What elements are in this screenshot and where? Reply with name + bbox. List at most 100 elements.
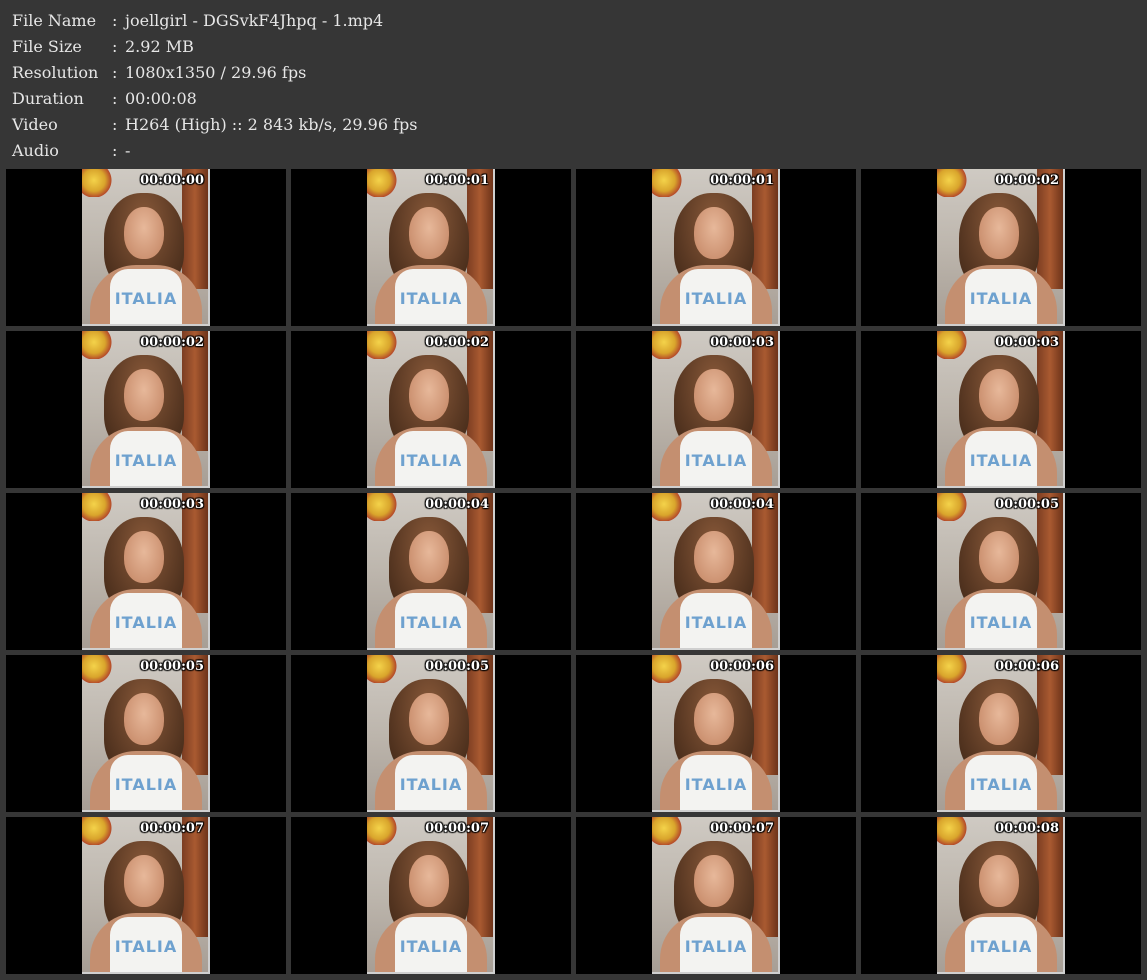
shirt-text: ITALIA <box>114 613 178 632</box>
thumbnail-cell: ITALIA 00:00:02 <box>291 331 571 488</box>
face <box>979 855 1019 907</box>
shirt-text: ITALIA <box>969 289 1033 308</box>
tank-top: ITALIA <box>680 269 752 324</box>
frame-timestamp: 00:00:03 <box>140 497 204 512</box>
flower-offering <box>652 331 682 359</box>
flower-offering <box>937 331 967 359</box>
face <box>409 855 449 907</box>
shirt-text: ITALIA <box>969 775 1033 794</box>
thumbnail-grid: ITALIA 00:00:00 ITALIA 00:00:01 ITALIA 0… <box>6 169 1142 976</box>
shirt-text: ITALIA <box>114 937 178 956</box>
tank-top: ITALIA <box>395 755 467 810</box>
frame-timestamp: 00:00:03 <box>710 335 774 350</box>
video-frame-thumbnail: ITALIA 00:00:07 <box>367 817 495 974</box>
shirt-text: ITALIA <box>684 775 748 794</box>
tank-top: ITALIA <box>965 269 1037 324</box>
shirt-text: ITALIA <box>114 451 178 470</box>
shirt-text: ITALIA <box>969 937 1033 956</box>
info-separator: : <box>112 63 118 82</box>
face <box>409 369 449 421</box>
tank-top: ITALIA <box>965 755 1037 810</box>
info-row: Video: H264 (High) :: 2 843 kb/s, 29.96 f… <box>12 112 418 138</box>
tank-top: ITALIA <box>680 431 752 486</box>
video-frame-thumbnail: ITALIA 00:00:02 <box>82 331 210 488</box>
flower-offering <box>652 169 682 197</box>
flower-offering <box>82 817 112 845</box>
face <box>124 693 164 745</box>
flower-offering <box>937 493 967 521</box>
face <box>124 207 164 259</box>
flower-offering <box>82 493 112 521</box>
info-row: File Size:2.92 MB <box>12 34 418 60</box>
video-frame-thumbnail: ITALIA 00:00:00 <box>82 169 210 326</box>
video-frame-thumbnail: ITALIA 00:00:02 <box>367 331 495 488</box>
face <box>124 531 164 583</box>
shirt-text: ITALIA <box>114 289 178 308</box>
frame-timestamp: 00:00:04 <box>425 497 489 512</box>
thumbnail-cell: ITALIA 00:00:05 <box>291 655 571 812</box>
tank-top: ITALIA <box>110 269 182 324</box>
frame-timestamp: 00:00:02 <box>140 335 204 350</box>
thumbnail-cell: ITALIA 00:00:05 <box>861 493 1141 650</box>
thumbnail-cell: ITALIA 00:00:04 <box>291 493 571 650</box>
info-label: Duration <box>12 89 84 108</box>
shirt-text: ITALIA <box>969 451 1033 470</box>
face <box>694 531 734 583</box>
frame-timestamp: 00:00:03 <box>995 335 1059 350</box>
flower-offering <box>82 169 112 197</box>
frame-timestamp: 00:00:08 <box>995 821 1059 836</box>
flower-offering <box>367 331 397 359</box>
flower-offering <box>652 655 682 683</box>
frame-timestamp: 00:00:01 <box>710 173 774 188</box>
info-label: Audio <box>12 141 59 160</box>
tank-top: ITALIA <box>680 917 752 972</box>
flower-offering <box>652 817 682 845</box>
video-frame-thumbnail: ITALIA 00:00:05 <box>82 655 210 812</box>
info-label: Video <box>12 115 58 134</box>
frame-timestamp: 00:00:07 <box>425 821 489 836</box>
tank-top: ITALIA <box>395 431 467 486</box>
thumbnail-cell: ITALIA 00:00:07 <box>576 817 856 974</box>
flower-offering <box>82 655 112 683</box>
thumbnail-cell: ITALIA 00:00:02 <box>6 331 286 488</box>
thumbnail-cell: ITALIA 00:00:02 <box>861 169 1141 326</box>
info-label: Resolution <box>12 63 99 82</box>
video-frame-thumbnail: ITALIA 00:00:07 <box>652 817 780 974</box>
shirt-text: ITALIA <box>684 451 748 470</box>
tank-top: ITALIA <box>680 593 752 648</box>
flower-offering <box>367 817 397 845</box>
frame-timestamp: 00:00:02 <box>425 335 489 350</box>
tank-top: ITALIA <box>965 917 1037 972</box>
video-frame-thumbnail: ITALIA 00:00:06 <box>652 655 780 812</box>
thumbnail-cell: ITALIA 00:00:01 <box>576 169 856 326</box>
video-frame-thumbnail: ITALIA 00:00:03 <box>937 331 1065 488</box>
video-frame-thumbnail: ITALIA 00:00:01 <box>652 169 780 326</box>
shirt-text: ITALIA <box>399 613 463 632</box>
shirt-text: ITALIA <box>114 775 178 794</box>
face <box>979 369 1019 421</box>
frame-timestamp: 00:00:02 <box>995 173 1059 188</box>
face <box>979 693 1019 745</box>
video-frame-thumbnail: ITALIA 00:00:03 <box>82 493 210 650</box>
thumbnail-cell: ITALIA 00:00:08 <box>861 817 1141 974</box>
face <box>694 693 734 745</box>
flower-offering <box>82 331 112 359</box>
frame-timestamp: 00:00:05 <box>140 659 204 674</box>
face <box>694 369 734 421</box>
thumbnail-cell: ITALIA 00:00:03 <box>576 331 856 488</box>
frame-timestamp: 00:00:00 <box>140 173 204 188</box>
file-info-panel: File Name: joellgirl - DGSvkF4Jhpq - 1.mp… <box>12 8 418 164</box>
face <box>694 207 734 259</box>
info-row: Resolution:1080x1350 / 29.96 fps <box>12 60 418 86</box>
frame-timestamp: 00:00:07 <box>140 821 204 836</box>
face <box>409 531 449 583</box>
frame-timestamp: 00:00:04 <box>710 497 774 512</box>
face <box>694 855 734 907</box>
thumbnail-cell: ITALIA 00:00:03 <box>6 493 286 650</box>
tank-top: ITALIA <box>965 593 1037 648</box>
video-frame-thumbnail: ITALIA 00:00:02 <box>937 169 1065 326</box>
tank-top: ITALIA <box>395 917 467 972</box>
video-frame-thumbnail: ITALIA 00:00:07 <box>82 817 210 974</box>
thumbnail-cell: ITALIA 00:00:03 <box>861 331 1141 488</box>
shirt-text: ITALIA <box>399 937 463 956</box>
